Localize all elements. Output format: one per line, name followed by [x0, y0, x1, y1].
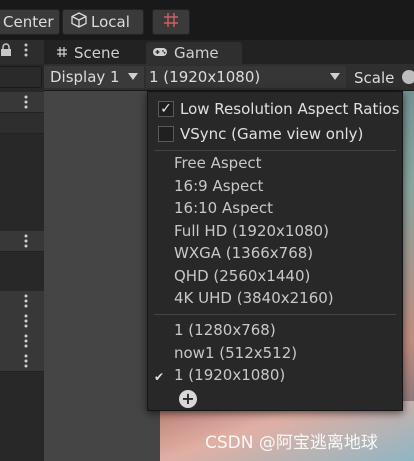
- aspect-ratio-menu: ✓ Low Resolution Aspect Ratios VSync (Ga…: [147, 91, 403, 411]
- menu-divider: [154, 314, 396, 315]
- menu-item-aspect[interactable]: 16:10 Aspect: [174, 199, 273, 217]
- menu-item-custom-resolution[interactable]: now1 (512x512): [174, 344, 297, 362]
- scale-slider-handle[interactable]: [402, 70, 414, 84]
- panel-menu-icon[interactable]: [24, 43, 28, 59]
- resolution-dropdown[interactable]: 1 (1920x1080): [146, 66, 346, 88]
- component-row[interactable]: [0, 231, 44, 252]
- low-res-aspect-toggle[interactable]: ✓ Low Resolution Aspect Ratios: [158, 100, 400, 118]
- menu-item-aspect[interactable]: WXGA (1366x768): [174, 244, 313, 262]
- game-view-toolbar: Display 1 1 (1920x1080) Scale: [44, 64, 414, 91]
- kebab-menu-icon[interactable]: [24, 354, 28, 370]
- add-resolution-icon[interactable]: +: [179, 390, 197, 408]
- tab-scene-label: Scene: [74, 44, 120, 62]
- kebab-menu-icon[interactable]: [24, 234, 28, 250]
- letterbox-area: [44, 91, 160, 461]
- selected-check-icon: ✔: [154, 370, 165, 384]
- vsync-label: VSync (Game view only): [180, 125, 364, 143]
- checkbox-unchecked[interactable]: [158, 126, 174, 142]
- kebab-menu-icon[interactable]: [24, 314, 28, 330]
- component-row[interactable]: [0, 331, 44, 352]
- gamepad-icon: [152, 44, 168, 62]
- hash-icon: [56, 44, 68, 62]
- component-row[interactable]: [0, 311, 44, 332]
- kebab-menu-icon[interactable]: [24, 294, 28, 310]
- display-dropdown[interactable]: Display 1: [44, 66, 144, 88]
- scale-label: Scale: [354, 69, 395, 87]
- grid-snap-icon: [163, 12, 179, 32]
- low-res-aspect-label: Low Resolution Aspect Ratios: [180, 100, 400, 118]
- menu-item-aspect[interactable]: 16:9 Aspect: [174, 177, 263, 195]
- chevron-down-icon: [330, 73, 340, 80]
- grid-snap-button[interactable]: [152, 9, 190, 35]
- view-tab-bar: Scene Game: [44, 40, 414, 64]
- left-panel-header: [0, 40, 44, 64]
- top-toolbar: Center Local: [0, 0, 414, 40]
- local-label: Local: [91, 13, 130, 31]
- cube-icon: [71, 12, 87, 32]
- vsync-toggle[interactable]: VSync (Game view only): [158, 125, 363, 143]
- menu-item-custom-resolution-selected[interactable]: 1 (1920x1080): [174, 366, 285, 384]
- menu-item-custom-resolution[interactable]: 1 (1280x768): [174, 321, 276, 339]
- resolution-dropdown-label: 1 (1920x1080): [149, 68, 261, 86]
- component-row[interactable]: [0, 351, 44, 372]
- watermark-text: CSDN @阿宝逃离地球: [205, 433, 378, 453]
- lock-icon[interactable]: [0, 43, 12, 61]
- kebab-menu-icon[interactable]: [24, 334, 28, 350]
- menu-item-aspect[interactable]: 4K UHD (3840x2160): [174, 289, 334, 307]
- menu-divider: [154, 150, 396, 151]
- kebab-menu-icon[interactable]: [24, 95, 28, 111]
- left-panel-search-field[interactable]: [0, 66, 42, 88]
- pivot-local-button[interactable]: Local: [62, 9, 144, 35]
- center-label: Center: [3, 13, 54, 31]
- menu-item-aspect[interactable]: QHD (2560x1440): [174, 267, 310, 285]
- component-row: [0, 113, 44, 134]
- left-panel: [0, 40, 44, 461]
- menu-item-aspect[interactable]: Free Aspect: [174, 154, 262, 172]
- chevron-down-icon: [128, 73, 138, 80]
- menu-item-aspect[interactable]: Full HD (1920x1080): [174, 222, 329, 240]
- tab-game[interactable]: Game: [146, 42, 242, 64]
- checkbox-checked[interactable]: ✓: [158, 101, 174, 117]
- component-row[interactable]: [0, 92, 44, 113]
- tab-game-label: Game: [174, 44, 219, 62]
- tab-scene[interactable]: Scene: [56, 42, 120, 64]
- pivot-center-button[interactable]: Center: [0, 9, 60, 35]
- display-dropdown-label: Display 1: [50, 68, 120, 86]
- component-row[interactable]: [0, 291, 44, 312]
